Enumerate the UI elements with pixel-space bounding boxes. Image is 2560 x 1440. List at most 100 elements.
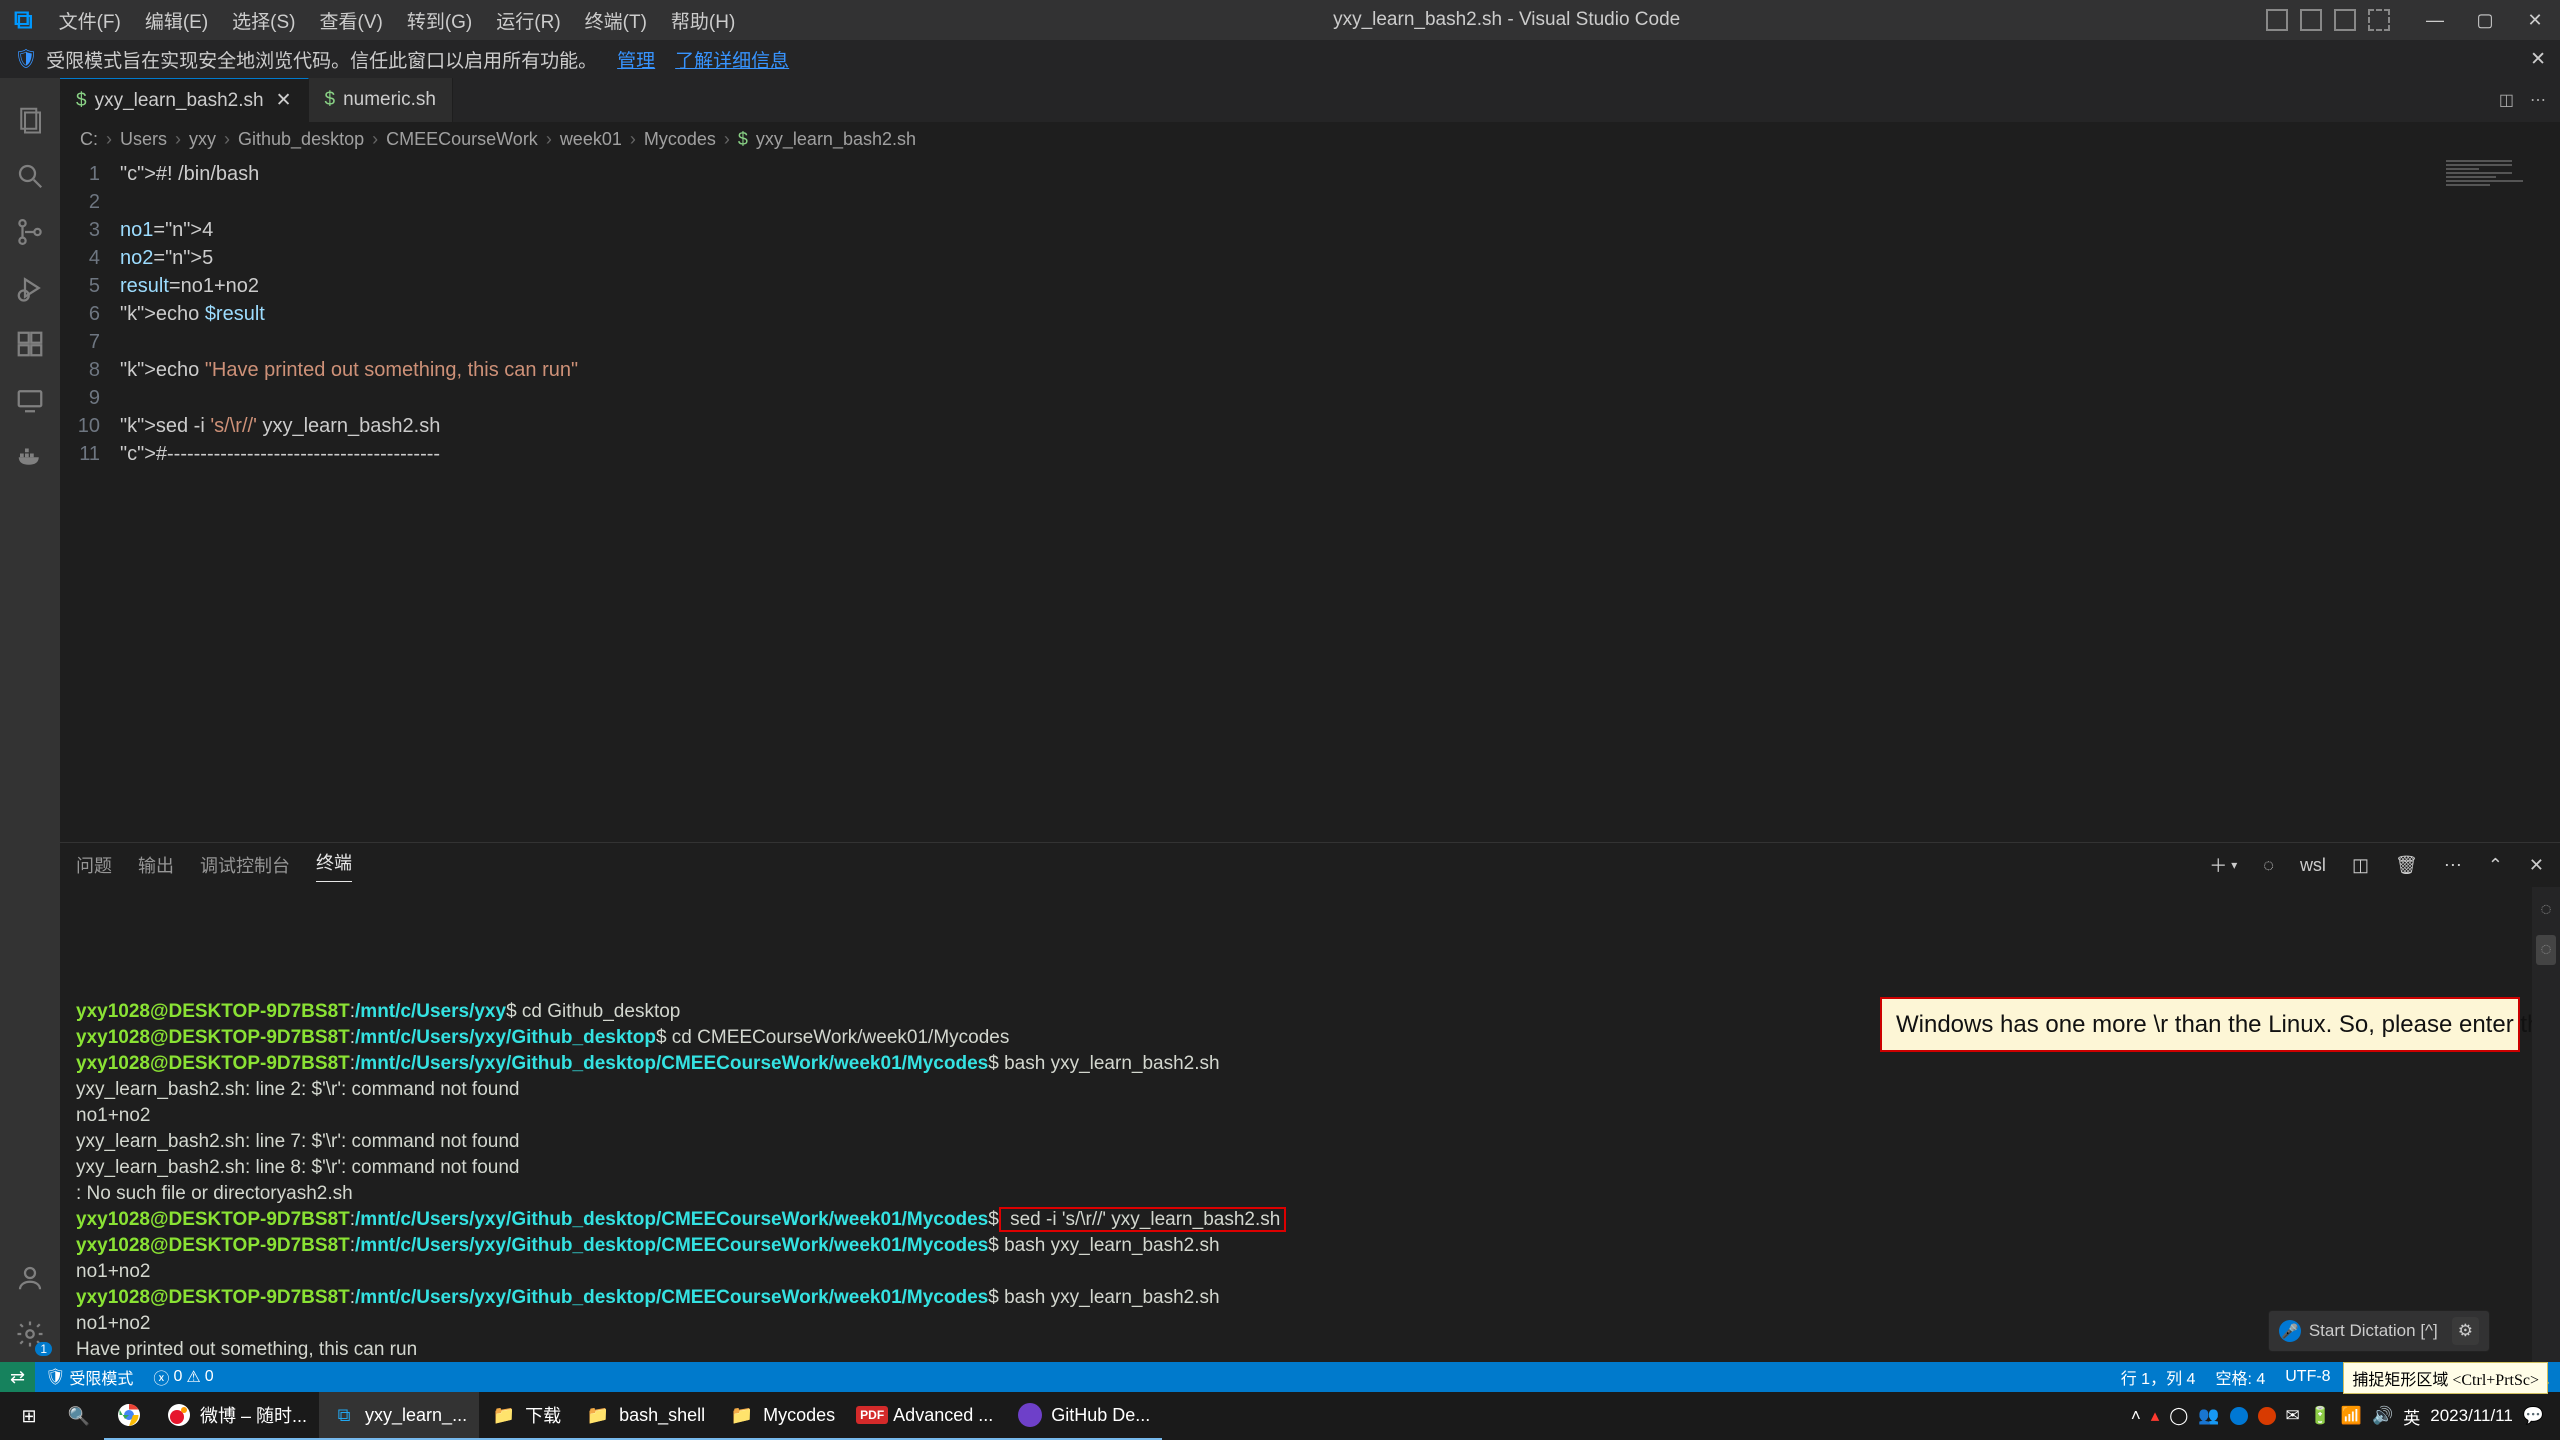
breadcrumb-item[interactable]: CMEECourseWork: [386, 129, 538, 150]
status-ln-col[interactable]: 行 1，列 4: [2111, 1365, 2206, 1389]
taskbar-label: Mycodes: [763, 1405, 835, 1426]
panel-close-icon[interactable]: ✕: [2529, 855, 2544, 876]
remote-indicator[interactable]: ⇄: [0, 1362, 35, 1392]
panel-tab-problems[interactable]: 问题: [76, 852, 112, 878]
breadcrumb-item[interactable]: Mycodes: [644, 129, 716, 150]
window-maximize-icon[interactable]: ▢: [2460, 10, 2510, 31]
breadcrumb-item[interactable]: yxy_learn_bash2.sh: [756, 129, 916, 150]
taskbar-chrome[interactable]: [104, 1392, 154, 1440]
tray-chevron-icon[interactable]: ˄: [2131, 1406, 2141, 1426]
tray-app-icon[interactable]: [2258, 1407, 2276, 1425]
panel-tab-output[interactable]: 输出: [138, 852, 174, 878]
tray-battery-icon[interactable]: 🔋: [2310, 1406, 2331, 1426]
shell-file-icon: $: [738, 129, 748, 150]
ubuntu-icon[interactable]: ◌: [2536, 935, 2555, 965]
panel-tab-debugconsole[interactable]: 调试控制台: [200, 852, 290, 878]
tab-close-icon[interactable]: ✕: [276, 89, 292, 112]
breadcrumb-item[interactable]: Github_desktop: [238, 129, 364, 150]
status-restricted-mode[interactable]: 🛡 受限模式: [35, 1365, 143, 1389]
toggle-secondary-sidebar-icon[interactable]: [2334, 9, 2356, 31]
taskbar-weibo[interactable]: 微博 – 随时...: [154, 1392, 319, 1440]
taskbar-github-desktop[interactable]: GitHub De...: [1005, 1392, 1162, 1440]
tab-yxy-learn-bash2[interactable]: $ yxy_learn_bash2.sh ✕: [60, 78, 309, 122]
settings-gear-icon[interactable]: [0, 1306, 60, 1362]
github-icon: [1017, 1402, 1043, 1428]
dictation-widget[interactable]: 🎤 Start Dictation [^] ⚙: [2268, 1310, 2490, 1352]
restricted-manage-link[interactable]: 管理: [617, 46, 655, 73]
vscode-icon: ⧉: [331, 1402, 357, 1428]
start-button[interactable]: ⊞: [4, 1392, 54, 1440]
remote-explorer-icon[interactable]: [0, 372, 60, 428]
taskbar-mycodes[interactable]: 📁Mycodes: [717, 1392, 847, 1440]
menu-goto[interactable]: 转到(G): [395, 7, 484, 34]
breadcrumb-item[interactable]: C:: [80, 129, 98, 150]
restricted-learn-more-link[interactable]: 了解详细信息: [675, 46, 789, 73]
breadcrumb-item[interactable]: yxy: [189, 129, 216, 150]
menu-select[interactable]: 选择(S): [220, 7, 307, 34]
tab-numeric-sh[interactable]: $ numeric.sh: [309, 78, 454, 122]
tray-wifi-icon[interactable]: 📶: [2341, 1406, 2362, 1426]
window-close-icon[interactable]: ✕: [2510, 10, 2560, 31]
taskbar-vscode[interactable]: ⧉yxy_learn_...: [319, 1392, 479, 1440]
kill-terminal-icon[interactable]: 🗑: [2395, 855, 2418, 876]
status-spaces[interactable]: 空格: 4: [2205, 1365, 2275, 1389]
tray-app-icon[interactable]: [2230, 1407, 2248, 1425]
terminal[interactable]: Windows has one more \r than the Linux. …: [60, 887, 2560, 1362]
tray-teams-icon[interactable]: 👥: [2198, 1406, 2219, 1426]
panel-maximize-icon[interactable]: ⌃: [2488, 855, 2503, 876]
breadcrumb[interactable]: C:› Users› yxy› Github_desktop› CMEECour…: [60, 122, 2560, 156]
window-minimize-icon[interactable]: —: [2410, 10, 2460, 31]
taskbar-downloads[interactable]: 📁下载: [479, 1392, 573, 1440]
extensions-icon[interactable]: [0, 316, 60, 372]
tab-label: numeric.sh: [343, 89, 436, 111]
tray-notifications-icon[interactable]: 💬: [2523, 1406, 2544, 1426]
customize-layout-icon[interactable]: [2368, 9, 2390, 31]
toggle-panel-icon[interactable]: [2300, 9, 2322, 31]
taskbar-search[interactable]: 🔍: [54, 1392, 104, 1440]
tray-app-icon[interactable]: ◯: [2169, 1406, 2188, 1426]
menu-terminal[interactable]: 终端(T): [573, 7, 659, 34]
menu-run[interactable]: 运行(R): [484, 7, 572, 34]
menu-help[interactable]: 帮助(H): [659, 7, 747, 34]
restricted-banner-close-icon[interactable]: ✕: [2530, 48, 2546, 71]
panel-tab-terminal[interactable]: 终端: [316, 849, 352, 882]
menu-file[interactable]: 文件(F): [47, 7, 133, 34]
panel-more-icon[interactable]: ⋯: [2444, 855, 2462, 876]
minimap[interactable]: [2440, 156, 2560, 842]
run-debug-icon[interactable]: [0, 260, 60, 316]
code-editor[interactable]: 1234567891011"c">#! /bin/bash no1="n">4n…: [60, 156, 2440, 842]
docker-icon[interactable]: [0, 428, 60, 484]
breadcrumb-item[interactable]: Users: [120, 129, 167, 150]
accounts-icon[interactable]: [0, 1250, 60, 1306]
tray-ime-icon[interactable]: 英: [2403, 1404, 2420, 1429]
vscode-logo-icon: ⧉: [0, 4, 47, 36]
tray-datetime[interactable]: 2023/11/11: [2430, 1406, 2513, 1426]
new-terminal-button[interactable]: ＋ ▾: [2209, 852, 2237, 878]
system-tray[interactable]: ˄ ▴ ◯ 👥 ✉ 🔋 📶 🔊 英 2023/11/11 💬: [2131, 1404, 2556, 1429]
toggle-primary-sidebar-icon[interactable]: [2266, 9, 2288, 31]
more-actions-icon[interactable]: ⋯: [2530, 90, 2546, 110]
explorer-icon[interactable]: [0, 92, 60, 148]
taskbar-pdf[interactable]: PDFAdvanced ...: [847, 1392, 1005, 1440]
taskbar-bash-shell[interactable]: 📁bash_shell: [573, 1392, 717, 1440]
window-title: yxy_learn_bash2.sh - Visual Studio Code: [747, 9, 2266, 31]
windows-icon: ⊞: [16, 1403, 42, 1429]
split-editor-icon[interactable]: ◫: [2499, 90, 2514, 110]
menu-view[interactable]: 查看(V): [308, 7, 395, 34]
dictation-settings-icon[interactable]: ⚙: [2452, 1317, 2479, 1345]
tray-mail-icon[interactable]: ✉: [2286, 1406, 2300, 1426]
microphone-icon[interactable]: 🎤: [2279, 1320, 2301, 1342]
snipaste-tooltip: 捕捉矩形区域 <Ctrl+PrtSc>: [2343, 1362, 2548, 1394]
tray-app-icon[interactable]: ▴: [2151, 1406, 2160, 1426]
source-control-icon[interactable]: [0, 204, 60, 260]
breadcrumb-item[interactable]: week01: [560, 129, 622, 150]
menu-edit[interactable]: 编辑(E): [133, 7, 220, 34]
status-encoding[interactable]: UTF-8: [2275, 1368, 2340, 1386]
terminal-profile-label[interactable]: wsl: [2300, 855, 2326, 876]
ubuntu-icon[interactable]: ◌: [2540, 897, 2551, 923]
split-terminal-icon[interactable]: ◫: [2352, 855, 2369, 876]
layout-controls[interactable]: [2266, 9, 2390, 31]
tray-volume-icon[interactable]: 🔊: [2372, 1406, 2393, 1426]
status-problems[interactable]: ⓧ 0 ⚠ 0: [143, 1365, 223, 1389]
search-activity-icon[interactable]: [0, 148, 60, 204]
